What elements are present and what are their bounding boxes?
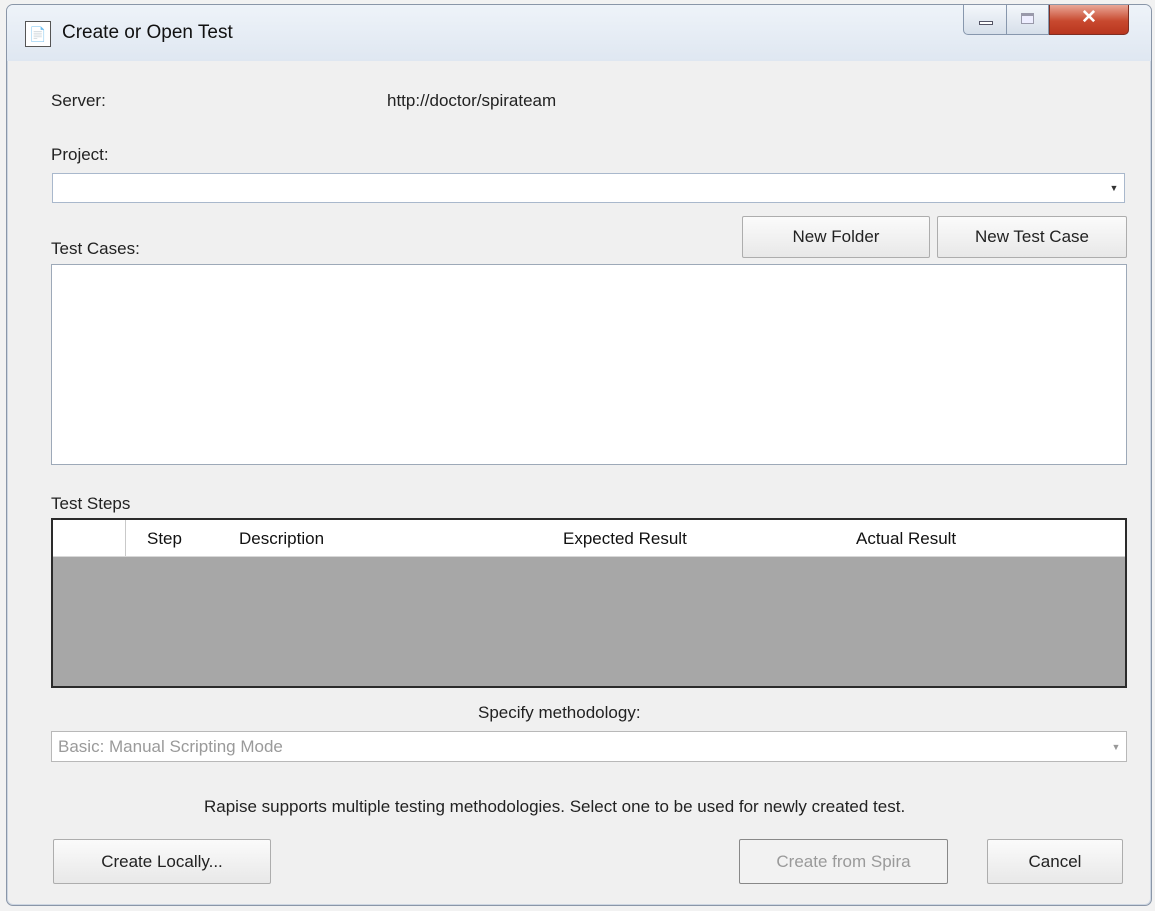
new-test-case-button[interactable]: New Test Case <box>937 216 1127 258</box>
maximize-button[interactable] <box>1007 5 1049 35</box>
new-folder-button[interactable]: New Folder <box>742 216 930 258</box>
test-cases-tree[interactable] <box>51 264 1127 465</box>
window-title: Create or Open Test <box>62 22 233 43</box>
chevron-down-icon[interactable]: ▼ <box>1105 175 1123 201</box>
minimize-icon <box>979 21 993 25</box>
project-label: Project: <box>51 145 109 164</box>
project-dropdown[interactable]: ▼ <box>52 173 1125 203</box>
minimize-button[interactable] <box>963 5 1007 35</box>
grid-row-header-corner <box>53 520 126 556</box>
server-url: http://doctor/spirateam <box>387 91 557 110</box>
maximize-icon <box>1021 13 1034 24</box>
close-icon: ✕ <box>1081 7 1097 28</box>
create-or-open-test-window: 📄 Create or Open Test ✕ Server: http://d… <box>6 4 1152 906</box>
dialog-body: Server: http://doctor/spirateam Project:… <box>15 61 1143 899</box>
close-button[interactable]: ✕ <box>1049 5 1129 35</box>
chevron-down-icon[interactable]: ▼ <box>1107 733 1125 760</box>
methodology-hint: Rapise supports multiple testing methodo… <box>204 797 906 816</box>
column-header-expected-result[interactable]: Expected Result <box>563 529 687 549</box>
column-header-description[interactable]: Description <box>239 529 324 549</box>
methodology-label: Specify methodology: <box>478 703 641 722</box>
column-header-actual-result[interactable]: Actual Result <box>856 529 956 549</box>
grid-header-row: Step Description Expected Result Actual … <box>53 520 1125 557</box>
methodology-dropdown[interactable]: Basic: Manual Scripting Mode ▼ <box>51 731 1127 762</box>
create-locally-button[interactable]: Create Locally... <box>53 839 271 884</box>
app-document-icon: 📄 <box>25 21 51 47</box>
column-header-step[interactable]: Step <box>147 529 182 549</box>
test-steps-label: Test Steps <box>51 494 131 513</box>
methodology-selected-value: Basic: Manual Scripting Mode <box>58 737 283 756</box>
title-bar[interactable]: 📄 Create or Open Test ✕ <box>7 5 1151 61</box>
server-label: Server: <box>51 91 106 110</box>
test-steps-grid[interactable]: Step Description Expected Result Actual … <box>51 518 1127 688</box>
create-from-spira-button[interactable]: Create from Spira <box>739 839 948 884</box>
test-cases-label: Test Cases: <box>51 239 140 258</box>
cancel-button[interactable]: Cancel <box>987 839 1123 884</box>
